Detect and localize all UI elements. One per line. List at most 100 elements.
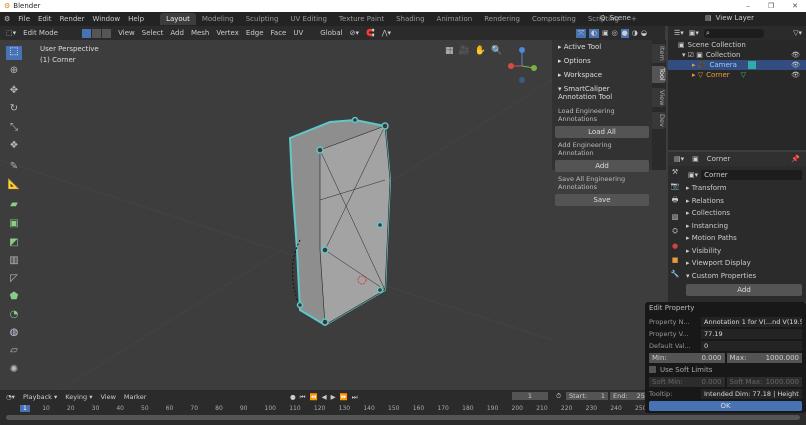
tab-uv-editing[interactable]: UV Editing [284, 13, 333, 25]
panel-visibility[interactable]: ▸ Visibility [668, 245, 806, 258]
section-smartcaliper[interactable]: ▾ SmartCaliper Annotation Tool [552, 82, 652, 104]
outliner-scene-collection[interactable]: ▣ Scene Collection [668, 40, 806, 50]
select-mode-edge[interactable] [92, 28, 102, 38]
jump-end-icon[interactable]: ⏭ [352, 393, 358, 402]
add-property-button[interactable]: Add [686, 284, 802, 296]
menu-face[interactable]: Face [271, 29, 287, 37]
shading-material-icon[interactable]: ◑ [632, 29, 638, 38]
select-mode-vertex[interactable] [82, 28, 92, 38]
outliner-camera[interactable]: ▸ 🎥 Camera 👁 [668, 60, 806, 70]
visibility-eye-icon[interactable]: 👁 [791, 51, 800, 59]
tab-sculpting[interactable]: Sculpting [240, 13, 285, 25]
max-field[interactable]: Max: 1000.000 [726, 352, 802, 363]
load-all-button[interactable]: Load All [555, 126, 649, 138]
transform-orientation-selector[interactable]: Global [320, 29, 342, 37]
modifier-tab-icon[interactable]: 🔧 [671, 270, 680, 278]
menu-render[interactable]: Render [60, 15, 85, 23]
pivot-icon[interactable]: ⊘▾ [350, 29, 359, 37]
minimize-button[interactable]: – [746, 2, 750, 10]
tab-layout[interactable]: Layout [160, 13, 196, 25]
current-frame-field[interactable]: 1 [512, 392, 548, 400]
record-icon[interactable]: ● [290, 393, 296, 402]
close-button[interactable]: ✕ [792, 2, 798, 10]
section-active-tool[interactable]: ▸ Active Tool [552, 40, 652, 54]
play-icon[interactable]: ▶ [331, 393, 336, 402]
tool-tab-icon[interactable]: ⚒ [672, 168, 678, 176]
menu-vertex[interactable]: Vertex [216, 29, 239, 37]
timeline-scrollbar[interactable] [6, 415, 800, 420]
search-input[interactable]: ⌕ [703, 28, 764, 38]
menu-help[interactable]: Help [128, 15, 144, 23]
menu-add[interactable]: Add [170, 29, 184, 37]
menu-edge[interactable]: Edge [246, 29, 264, 37]
object-name-field[interactable]: Corner [701, 170, 802, 180]
menu-timeline-view[interactable]: View [100, 393, 115, 401]
jump-start-icon[interactable]: ⏮ [300, 393, 306, 402]
blender-menu-icon[interactable]: ⚙ [4, 15, 10, 23]
object-tab-icon[interactable]: ■ [672, 256, 679, 264]
render-tab-icon[interactable]: 📷 [671, 182, 680, 190]
scene-tab-icon[interactable]: ⛭ [672, 227, 678, 236]
menu-playback[interactable]: Playback ▾ [23, 393, 57, 401]
filter-icon-left[interactable]: ▣▾ [689, 29, 699, 37]
outliner-corner[interactable]: ▸ ▽ Corner ▽ 👁 [668, 70, 806, 80]
overlay-toggle-icon[interactable]: ◐ [588, 28, 599, 38]
soft-limits-checkbox[interactable] [649, 366, 656, 373]
menu-mesh[interactable]: Mesh [191, 29, 209, 37]
tab-animation[interactable]: Animation [431, 13, 479, 25]
tooltip-field[interactable]: Intended Dim: 77.18 | Height [701, 388, 802, 399]
property-value-field[interactable]: 77.19 [701, 328, 802, 339]
tab-modeling[interactable]: Modeling [196, 13, 240, 25]
pin-icon[interactable]: 📌 [791, 155, 806, 163]
menu-window[interactable]: Window [92, 15, 120, 23]
next-keyframe-icon[interactable]: ⏩ [340, 393, 348, 402]
editor-type-icon[interactable]: ◔▾ [6, 393, 15, 401]
min-field[interactable]: Min: 0.000 [649, 352, 725, 363]
menu-view[interactable]: View [118, 29, 135, 37]
tab-shading[interactable]: Shading [390, 13, 430, 25]
panel-motion-paths[interactable]: ▸ Motion Paths [668, 232, 806, 245]
tab-item[interactable]: Item [652, 44, 666, 63]
mode-selector[interactable]: Edit Mode [23, 29, 75, 37]
menu-edit[interactable]: Edit [38, 15, 52, 23]
outliner-collection[interactable]: ▾ ☑ ▣ Collection 👁 [668, 50, 806, 60]
tab-rendering[interactable]: Rendering [478, 13, 526, 25]
select-mode-face[interactable] [102, 28, 112, 38]
play-reverse-icon[interactable]: ◀ [322, 393, 327, 402]
maximize-button[interactable]: ❐ [768, 2, 774, 10]
panel-custom-properties[interactable]: ▾ Custom Properties [668, 270, 806, 283]
scene-selector[interactable]: Scene [610, 14, 631, 23]
menu-marker[interactable]: Marker [124, 393, 146, 401]
output-tab-icon[interactable]: 🖶 [672, 196, 679, 207]
xray-toggle-icon[interactable]: ▣ [602, 29, 609, 38]
3d-viewport[interactable]: User Perspective (1) Corner ⬚ ⊕ ✥ ↻ ⤡ ❖ … [0, 40, 552, 390]
editor-type-icon[interactable]: ▤▾ [674, 155, 684, 163]
snap-icon[interactable]: 🧲 [366, 29, 375, 37]
add-annotation-button[interactable]: Add [555, 160, 649, 172]
section-options[interactable]: ▸ Options [552, 54, 652, 68]
menu-uv[interactable]: UV [293, 29, 303, 37]
display-mode-icon[interactable]: ☰▾ [674, 29, 684, 37]
visibility-eye-icon[interactable]: 👁 [791, 71, 800, 79]
tab-compositing[interactable]: Compositing [526, 13, 582, 25]
tab-dev[interactable]: Dev [652, 112, 666, 129]
save-button[interactable]: Save [555, 194, 649, 206]
view-layer-tab-icon[interactable]: ▧ [672, 213, 679, 221]
view-layer-selector[interactable]: View Layer [716, 14, 754, 22]
camera-icon[interactable]: 🎥 [459, 46, 470, 56]
tab-texture-paint[interactable]: Texture Paint [333, 13, 390, 25]
section-workspace[interactable]: ▸ Workspace [552, 68, 652, 82]
shading-rendered-icon[interactable]: ◒ [641, 29, 647, 38]
stopwatch-icon[interactable]: ⏱ [556, 392, 561, 401]
toggle-camera-view-icon[interactable]: ▦ [445, 46, 454, 56]
panel-transform[interactable]: ▸ Transform [668, 182, 806, 195]
visibility-eye-icon[interactable]: 👁 [791, 61, 800, 69]
prev-keyframe-icon[interactable]: ⏪ [310, 393, 318, 402]
panel-viewport-display[interactable]: ▸ Viewport Display [668, 257, 806, 270]
default-value-field[interactable]: 0 [701, 340, 802, 351]
editor-type-icon[interactable]: ⬚▾ [6, 29, 16, 37]
shading-wireframe-icon[interactable]: ◎ [612, 29, 618, 38]
shading-solid-icon[interactable]: ● [620, 28, 629, 38]
ok-button[interactable]: OK [649, 401, 802, 411]
menu-keying[interactable]: Keying ▾ [65, 393, 92, 401]
